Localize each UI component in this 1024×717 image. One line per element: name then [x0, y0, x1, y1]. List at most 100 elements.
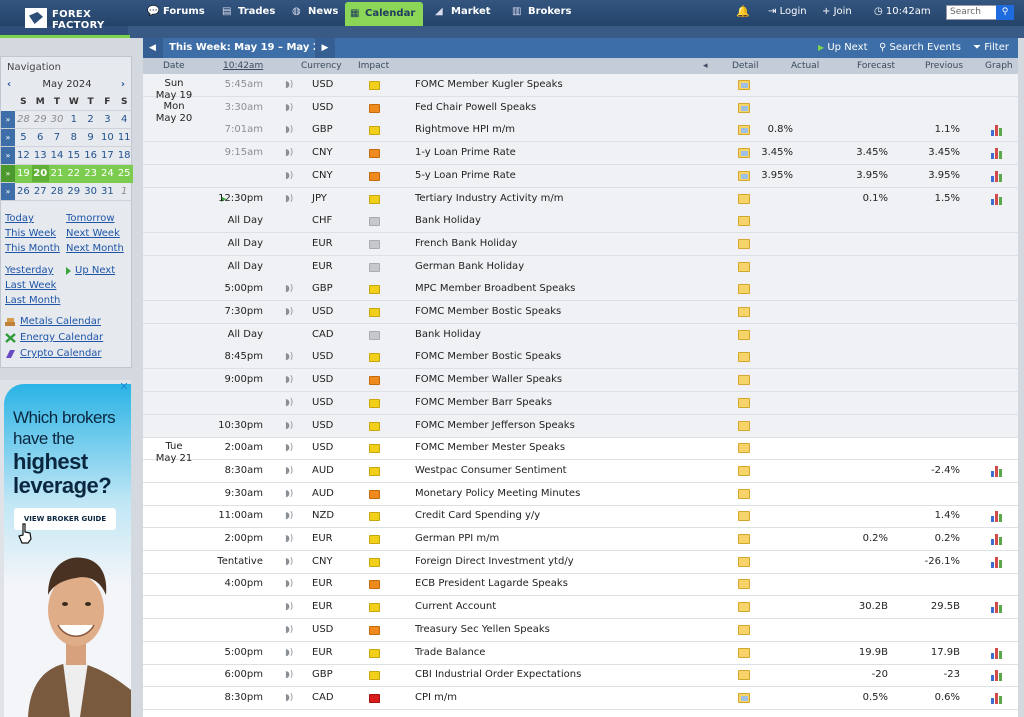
detail-folder-icon[interactable]	[738, 80, 750, 90]
week-select-icon[interactable]: »	[1, 111, 15, 129]
table-row[interactable]: 9:00pm ◗) USD FOMC Member Waller Speaks	[143, 369, 1018, 392]
calendar-day[interactable]: 22	[65, 165, 83, 183]
calendar-day[interactable]: 27	[31, 183, 49, 201]
detail-folder-icon[interactable]	[738, 262, 750, 272]
event-title[interactable]: MPC Member Broadbent Speaks	[415, 278, 575, 300]
sound-icon[interactable]: ◗)	[285, 278, 293, 300]
event-title[interactable]: Westpac Consumer Sentiment	[415, 460, 567, 482]
calendar-day[interactable]: 7	[48, 129, 66, 147]
search-events-button[interactable]: ⚲ Search Events	[879, 38, 961, 58]
table-row[interactable]: 5:00pm ◗) GBP MPC Member Broadbent Speaks	[143, 278, 1018, 301]
event-title[interactable]: 1-y Loan Prime Rate	[415, 142, 516, 164]
sound-icon[interactable]: ◗)	[285, 74, 293, 96]
graph-icon[interactable]	[991, 124, 1004, 136]
nav-news[interactable]: ◍ News	[290, 0, 338, 26]
table-row[interactable]: 2:00pm ◗) EUR German PPI m/m 0.2% 0.2%	[143, 528, 1018, 551]
table-row[interactable]: ◗) USD Treasury Sec Yellen Speaks	[143, 619, 1018, 642]
link-this-month[interactable]: This Month	[5, 241, 60, 256]
event-title[interactable]: CBI Industrial Order Expectations	[415, 664, 581, 686]
week-select-icon[interactable]: »	[1, 147, 15, 165]
sound-icon[interactable]: ◗)	[285, 528, 293, 550]
event-title[interactable]: ECB President Lagarde Speaks	[415, 573, 568, 595]
detail-folder-icon[interactable]	[738, 625, 750, 635]
event-title[interactable]: Monetary Policy Meeting Minutes	[415, 483, 580, 505]
sound-icon[interactable]: ◗)	[285, 664, 293, 686]
calendar-day[interactable]: 19	[15, 165, 32, 183]
detail-folder-icon[interactable]	[738, 534, 750, 544]
metals-calendar-link[interactable]: Metals Calendar	[5, 314, 103, 330]
event-title[interactable]: German PPI m/m	[415, 528, 499, 550]
table-row[interactable]: 5:45am ◗) USD FOMC Member Kugler Speaks	[143, 74, 1018, 97]
detail-folder-icon[interactable]	[738, 284, 750, 294]
detail-folder-icon[interactable]	[738, 648, 750, 658]
event-title[interactable]: FOMC Member Jefferson Speaks	[415, 415, 575, 437]
calendar-day[interactable]: 2	[82, 111, 99, 129]
calendar-day[interactable]: 3	[98, 111, 116, 129]
login-link[interactable]: ⇥ Login	[768, 0, 807, 26]
link-today[interactable]: Today	[5, 211, 60, 226]
table-row[interactable]: 11:00am ◗) NZD Credit Card Spending y/y 1.4%	[143, 505, 1018, 528]
calendar-day[interactable]: 16	[82, 147, 99, 165]
detail-folder-icon[interactable]	[738, 194, 750, 204]
detail-folder-icon[interactable]	[738, 125, 750, 135]
graph-icon[interactable]	[991, 647, 1004, 659]
col-collapse-icon[interactable]: ◂	[703, 58, 708, 74]
event-title[interactable]: German Bank Holiday	[415, 256, 524, 278]
calendar-day[interactable]: 6	[31, 129, 49, 147]
ad-banner[interactable]: Which brokers have the highest leverage?…	[0, 380, 131, 717]
table-row[interactable]: ◗) USD FOMC Member Barr Speaks	[143, 392, 1018, 415]
calendar-day[interactable]: 25	[115, 165, 133, 183]
sound-icon[interactable]: ◗)	[285, 437, 293, 459]
up-next-button[interactable]: ▶ Up Next	[818, 38, 868, 58]
detail-folder-icon[interactable]	[738, 352, 750, 362]
sound-icon[interactable]: ◗)	[285, 573, 293, 595]
prev-month-icon[interactable]: ‹	[7, 76, 11, 93]
sound-icon[interactable]: ◗)	[285, 369, 293, 391]
nav-market[interactable]: ◢ Market	[433, 0, 491, 26]
graph-icon[interactable]	[991, 556, 1004, 568]
link-last-week[interactable]: Last Week	[5, 278, 60, 293]
table-row[interactable]: All Day CHF Bank Holiday	[143, 210, 1018, 233]
calendar-day[interactable]: 12	[15, 147, 32, 165]
calendar-day[interactable]: 14	[48, 147, 66, 165]
sound-icon[interactable]: ◗)	[285, 142, 293, 164]
link-next-month[interactable]: Next Month	[66, 241, 124, 256]
sound-icon[interactable]: ◗)	[285, 301, 293, 323]
table-row[interactable]: 7:30pm ◗) USD FOMC Member Bostic Speaks	[143, 301, 1018, 324]
week-select-icon[interactable]: »	[1, 165, 15, 183]
event-title[interactable]: Bank Holiday	[415, 324, 481, 346]
event-title[interactable]: FOMC Member Bostic Speaks	[415, 346, 561, 368]
nav-calendar[interactable]: ▦ Calendar	[345, 2, 424, 26]
calendar-day[interactable]: 1	[115, 183, 133, 201]
sound-icon[interactable]: ◗)	[285, 596, 293, 618]
detail-folder-icon[interactable]	[738, 330, 750, 340]
calendar-day[interactable]: 29	[65, 183, 83, 201]
detail-folder-icon[interactable]	[738, 239, 750, 249]
crypto-calendar-link[interactable]: Crypto Calendar	[5, 346, 103, 362]
calendar-day[interactable]: 29	[31, 111, 49, 129]
calendar-day[interactable]: 10	[98, 129, 116, 147]
calendar-day[interactable]: 30	[82, 183, 99, 201]
table-row[interactable]: 8:30am ◗) AUD Westpac Consumer Sentiment -2.…	[143, 460, 1018, 483]
detail-folder-icon[interactable]	[738, 443, 750, 453]
logo[interactable]: FOREX FACTORY	[22, 6, 104, 34]
sound-icon[interactable]: ◗)	[285, 642, 293, 664]
table-row[interactable]: 2:00am ◗) USD FOMC Member Mester Speaks	[143, 437, 1018, 460]
event-title[interactable]: Bank Holiday	[415, 210, 481, 232]
detail-folder-icon[interactable]	[738, 489, 750, 499]
calendar-day[interactable]: 28	[15, 111, 32, 129]
event-title[interactable]: FOMC Member Mester Speaks	[415, 437, 565, 459]
link-yesterday[interactable]: Yesterday	[5, 263, 60, 278]
calendar-day[interactable]: 9	[82, 129, 99, 147]
nav-trades[interactable]: ▤ Trades	[220, 0, 275, 26]
table-row[interactable]: 10:30pm ◗) USD FOMC Member Jefferson Speaks	[143, 415, 1018, 438]
calendar-day[interactable]: 11	[115, 129, 133, 147]
sound-icon[interactable]: ◗)	[285, 415, 293, 437]
graph-icon[interactable]	[991, 601, 1004, 613]
event-title[interactable]: FOMC Member Kugler Speaks	[415, 74, 563, 96]
table-row[interactable]: All Day EUR French Bank Holiday	[143, 233, 1018, 256]
energy-calendar-link[interactable]: Energy Calendar	[5, 330, 103, 346]
calendar-day[interactable]: 5	[15, 129, 32, 147]
table-row[interactable]: 8:30pm ◗) CAD CPI m/m 0.5% 0.6%	[143, 687, 1018, 710]
sound-icon[interactable]: ◗)	[285, 392, 293, 414]
